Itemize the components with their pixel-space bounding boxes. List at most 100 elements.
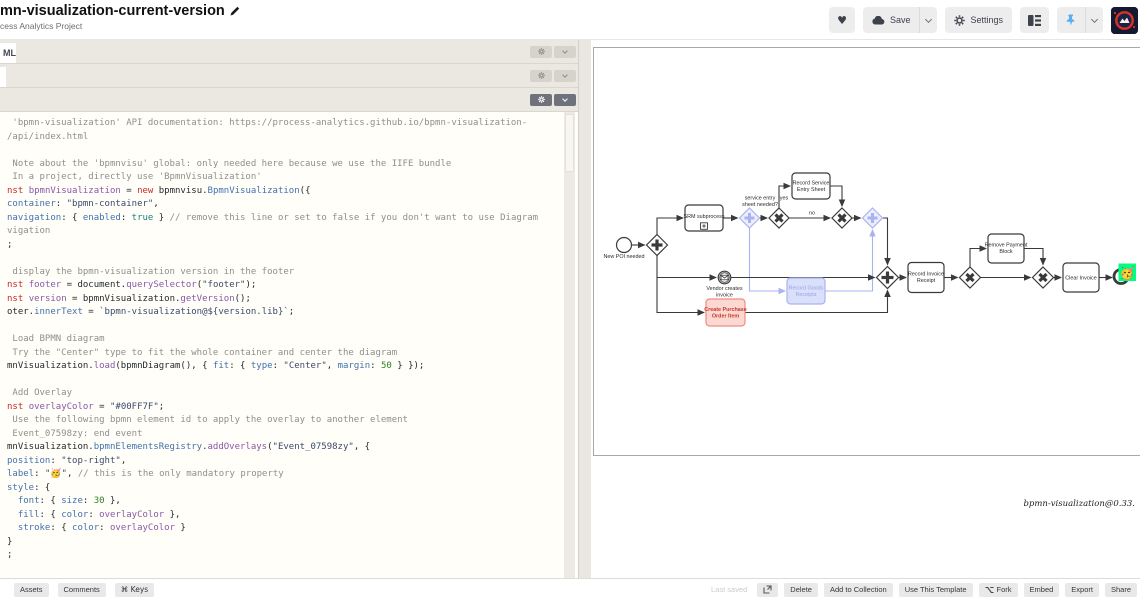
code-editor[interactable]: 'bpmn-visualization' API documentation: …	[0, 112, 564, 578]
editor-settings-button-html[interactable]	[530, 46, 552, 58]
exclusive-gateway-split-2[interactable]	[960, 267, 981, 288]
task-clear-invoice[interactable]: Clear Invoice	[1063, 263, 1099, 292]
assets-button[interactable]: Assets	[14, 583, 49, 597]
editor-header-js	[0, 88, 578, 112]
pin-button[interactable]	[1057, 7, 1085, 33]
share-button[interactable]: Share	[1105, 583, 1137, 597]
editor-collapse-button-js[interactable]	[554, 94, 576, 106]
open-live-view-button[interactable]	[757, 583, 778, 597]
message-catch-event[interactable]: Vendor creates invoice	[706, 271, 743, 298]
code-line[interactable]: Note about the 'bpmnvisu' global: only n…	[7, 158, 564, 172]
comments-button[interactable]: Comments	[58, 583, 106, 597]
code-line[interactable]: Add Overlay	[7, 387, 564, 401]
parallel-gateway-lavender-split[interactable]	[740, 208, 760, 228]
bpmn-diagram-container[interactable]: New POI needed SRM subprocess	[593, 47, 1140, 456]
code-line[interactable]: container: "bpmn-container",	[7, 198, 564, 212]
task-remove-payment-block[interactable]: Remove Payment Block	[985, 234, 1028, 263]
edit-pencil-icon[interactable]	[230, 6, 240, 16]
code-line[interactable]: style: {	[7, 482, 564, 496]
change-view-button[interactable]	[1020, 7, 1049, 33]
code-line[interactable]: font: { size: 30 },	[7, 495, 564, 509]
delete-button[interactable]: Delete	[784, 583, 818, 597]
code-line[interactable]: oter.innerText = `bpmn-visualization@${v…	[7, 306, 564, 320]
panel-divider[interactable]	[578, 40, 591, 578]
overlay-badge[interactable]: 🥳	[1119, 264, 1137, 282]
pin-split-button	[1057, 7, 1103, 33]
save-button[interactable]: Save	[863, 7, 920, 33]
settings-button[interactable]: Settings	[945, 7, 1012, 33]
code-line[interactable]: Event_07598zy: end event	[7, 428, 564, 442]
editor-collapse-button-html[interactable]	[554, 46, 576, 58]
editor-panel: ML 'bpmn-visualization' API documentatio…	[0, 40, 578, 578]
exclusive-gateway-merge-1[interactable]	[832, 208, 852, 228]
code-line[interactable]: nst footer = document.querySelector("foo…	[7, 279, 564, 293]
code-line[interactable]: nst version = bpmnVisualization.getVersi…	[7, 293, 564, 307]
code-line[interactable]: ;	[7, 549, 564, 563]
editor-settings-button-js[interactable]	[530, 94, 552, 106]
code-line[interactable]: nst overlayColor = "#00FF7F";	[7, 401, 564, 415]
parallel-gateway-merge[interactable]	[877, 267, 899, 289]
code-line[interactable]: label: "🥳", // this is the only mandator…	[7, 468, 564, 482]
code-line[interactable]: /api/index.html	[7, 131, 564, 145]
tab-css[interactable]	[0, 67, 6, 87]
code-line[interactable]: ;	[7, 239, 564, 253]
event-label-line2: invoice	[716, 293, 733, 299]
pen-title-row: mn-visualization-current-version	[0, 3, 240, 19]
use-this-template-button[interactable]: Use This Template	[899, 583, 973, 597]
avatar[interactable]	[1111, 7, 1138, 34]
code-line[interactable]: display the bpmn-visualization version i…	[7, 266, 564, 280]
code-line[interactable]: fill: { color: overlayColor },	[7, 509, 564, 523]
task-label: Clear Invoice	[1065, 276, 1096, 282]
fork-label: Fork	[997, 585, 1012, 594]
export-button[interactable]: Export	[1065, 583, 1099, 597]
editor-collapse-button-css[interactable]	[554, 70, 576, 82]
code-line[interactable]: Try the "Center" type to fit the whole c…	[7, 347, 564, 361]
exclusive-gateway-merge-2[interactable]	[1033, 267, 1054, 288]
task-srm-subprocess[interactable]: SRM subprocess	[683, 205, 724, 231]
version-footer: bpmn-visualization@0.33.	[1023, 499, 1135, 509]
code-line[interactable]: Use the following bpmn element id to app…	[7, 414, 564, 428]
parallel-gateway-lavender-merge[interactable]	[863, 208, 883, 228]
pin-menu-button[interactable]	[1085, 7, 1103, 33]
code-line[interactable]: position: "top-right",	[7, 455, 564, 469]
code-line[interactable]: Load BPMN diagram	[7, 333, 564, 347]
overlay-emoji: 🥳	[1120, 265, 1135, 280]
task-record-invoice-receipt[interactable]: Record Invoice Receipt	[908, 263, 944, 293]
parallel-gateway-split[interactable]	[647, 235, 668, 256]
task-label-line1: Record Service	[793, 181, 830, 187]
code-line[interactable]: vigation	[7, 225, 564, 239]
code-line[interactable]: mnVisualization.bpmnElementsRegistry.add…	[7, 441, 564, 455]
task-record-service-entry-sheet[interactable]: Record Service Entry Sheet	[792, 173, 830, 199]
event-label-line1: Vendor creates	[706, 286, 743, 292]
editor-settings-button-css[interactable]	[530, 70, 552, 82]
bpmn-diagram: New POI needed SRM subprocess	[594, 48, 1140, 455]
code-line[interactable]: }	[7, 536, 564, 550]
editor-header-html: ML	[0, 40, 578, 64]
code-scrollbar[interactable]	[564, 112, 575, 578]
tab-html[interactable]: ML	[0, 43, 16, 63]
code-line[interactable]: nst bpmnVisualization = new bpmnvisu.Bpm…	[7, 185, 564, 199]
code-line[interactable]: 'bpmn-visualization' API documentation: …	[7, 117, 564, 131]
scrollbar-thumb[interactable]	[565, 114, 574, 172]
heart-icon: ♥	[837, 14, 847, 27]
save-menu-button[interactable]	[919, 7, 937, 33]
task-create-purchase-order-item[interactable]: Create Purchase Order Item	[704, 299, 747, 326]
code-line[interactable]: In a project, directly use 'BpmnVisualiz…	[7, 171, 564, 185]
code-line[interactable]	[7, 374, 564, 388]
code-line[interactable]	[7, 144, 564, 158]
embed-button[interactable]: Embed	[1024, 583, 1060, 597]
chevron-down-icon	[1091, 15, 1098, 22]
task-record-goods-receipts[interactable]: Record Goods Receipts	[787, 278, 825, 304]
keys-button[interactable]: ⌘ Keys	[115, 583, 154, 597]
fork-button[interactable]: Fork	[979, 583, 1018, 597]
code-line[interactable]: mnVisualization.load(bpmnDiagram(), { fi…	[7, 360, 564, 374]
code-line[interactable]	[7, 320, 564, 334]
code-line[interactable]: navigation: { enabled: true } // remove …	[7, 212, 564, 226]
code-line[interactable]	[7, 252, 564, 266]
gear-icon	[538, 96, 545, 103]
start-event[interactable]: New POI needed	[603, 238, 644, 261]
cloud-icon	[872, 16, 885, 25]
like-button[interactable]: ♥	[829, 7, 855, 33]
add-to-collection-button[interactable]: Add to Collection	[824, 583, 893, 597]
code-line[interactable]: stroke: { color: overlayColor }	[7, 522, 564, 536]
